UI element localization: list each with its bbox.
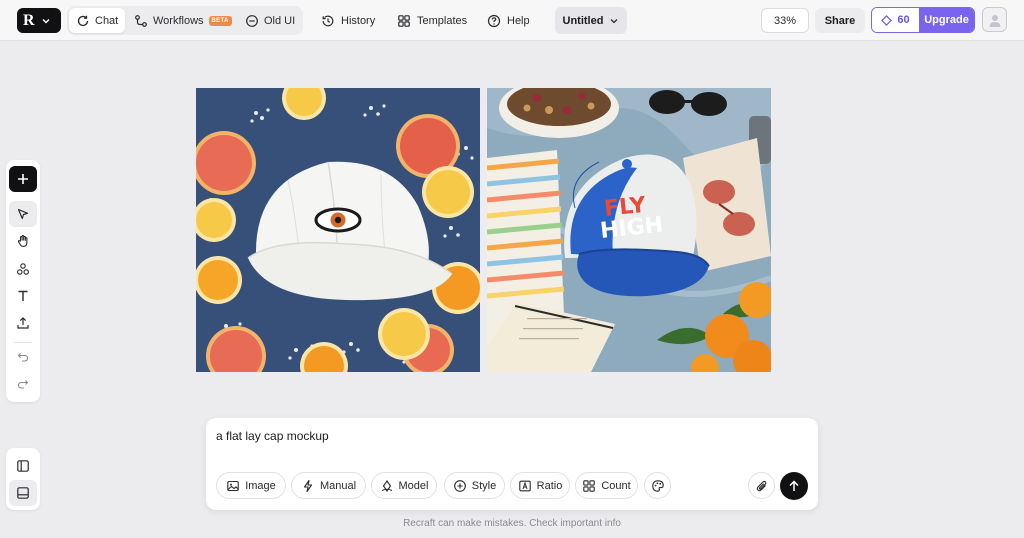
bottom-panel-icon bbox=[17, 487, 29, 499]
toggle-bottom-panel-button[interactable] bbox=[9, 480, 37, 506]
toggle-left-panel-button[interactable] bbox=[9, 453, 37, 479]
beta-badge: BETA bbox=[208, 15, 232, 26]
add-button[interactable] bbox=[9, 166, 37, 192]
generated-image-white-cap[interactable] bbox=[196, 88, 480, 372]
white-cap-image bbox=[196, 88, 480, 372]
prompt-box: a flat lay cap mockup Image Manual Model… bbox=[206, 418, 818, 510]
generated-image-blue-cap[interactable]: HIGH FLY bbox=[487, 88, 771, 372]
palette-icon bbox=[651, 479, 664, 492]
credits-count: 60 bbox=[897, 14, 910, 26]
model-chip[interactable]: Model bbox=[371, 472, 437, 499]
paperclip-icon bbox=[756, 480, 766, 491]
tab-old-ui[interactable]: Old UI bbox=[238, 8, 302, 33]
upgrade-button[interactable]: Upgrade bbox=[919, 8, 974, 32]
toolbar-divider bbox=[14, 342, 32, 343]
blue-cap-image: HIGH FLY bbox=[487, 88, 771, 372]
shapes-icon bbox=[17, 263, 29, 275]
templates-button[interactable]: Templates bbox=[397, 8, 467, 33]
upload-tool[interactable] bbox=[9, 310, 37, 336]
count-chip[interactable]: Count bbox=[575, 472, 638, 499]
history-icon bbox=[322, 15, 334, 26]
hand-tool[interactable] bbox=[9, 228, 37, 254]
lightning-icon bbox=[303, 479, 313, 492]
ratio-chip[interactable]: Ratio bbox=[510, 472, 570, 499]
workflows-icon bbox=[135, 14, 147, 27]
chevron-down-icon bbox=[611, 18, 618, 23]
model-icon bbox=[381, 479, 392, 492]
chat-refresh-icon bbox=[77, 15, 89, 26]
help-button[interactable]: Help bbox=[487, 8, 530, 33]
image-chip[interactable]: Image bbox=[216, 472, 286, 499]
tab-workflows-label: Workflows bbox=[153, 14, 204, 27]
undo-icon bbox=[17, 353, 29, 362]
svg-text:FLY: FLY bbox=[603, 193, 648, 222]
plus-icon bbox=[18, 174, 28, 184]
style-chip[interactable]: Style bbox=[444, 472, 505, 499]
document-title: Untitled bbox=[562, 14, 604, 27]
arrow-up-icon bbox=[789, 480, 799, 491]
plus-circle-icon bbox=[453, 479, 466, 492]
diamond-icon bbox=[881, 14, 893, 26]
manual-chip[interactable]: Manual bbox=[291, 472, 366, 499]
prompt-input[interactable]: a flat lay cap mockup bbox=[216, 429, 329, 443]
logo-icon: R bbox=[23, 11, 35, 29]
tab-workflows[interactable]: Workflows BETA bbox=[127, 8, 239, 33]
undo-button[interactable] bbox=[9, 344, 37, 370]
document-title-dropdown[interactable]: Untitled bbox=[555, 7, 627, 34]
share-button[interactable]: Share bbox=[815, 8, 865, 33]
credits-upgrade-group: 60 Upgrade bbox=[871, 7, 975, 33]
history-button[interactable]: History bbox=[321, 8, 375, 33]
zoom-level-button[interactable]: 33% bbox=[761, 8, 809, 33]
user-icon bbox=[989, 14, 1000, 27]
history-label: History bbox=[341, 14, 376, 27]
cursor-icon bbox=[17, 208, 29, 220]
tab-chat[interactable]: Chat bbox=[69, 8, 126, 33]
disclaimer-text: Recraft can make mistakes. Check importa… bbox=[403, 518, 621, 529]
old-ui-icon bbox=[246, 14, 258, 27]
top-bar: R Chat Workflows BETA Old UI History Tem… bbox=[0, 0, 1024, 41]
upload-icon bbox=[17, 317, 29, 329]
sidebar-panel-icon bbox=[17, 460, 29, 472]
text-icon bbox=[18, 290, 28, 301]
manual-chip-label: Manual bbox=[319, 479, 357, 492]
credits-button[interactable]: 60 bbox=[872, 8, 919, 32]
select-tool[interactable] bbox=[9, 201, 37, 227]
ratio-icon bbox=[518, 480, 531, 491]
tab-old-ui-label: Old UI bbox=[264, 14, 296, 27]
image-chip-label: Image bbox=[245, 479, 276, 492]
templates-icon bbox=[398, 14, 410, 27]
chevron-down-icon bbox=[42, 18, 50, 23]
help-icon bbox=[487, 14, 501, 27]
help-label: Help bbox=[507, 14, 530, 27]
app-menu-button[interactable]: R bbox=[17, 8, 61, 33]
palette-button[interactable] bbox=[644, 472, 671, 499]
avatar[interactable] bbox=[982, 7, 1007, 32]
tab-chat-label: Chat bbox=[95, 14, 119, 27]
mode-switcher: Chat Workflows BETA Old UI bbox=[67, 6, 303, 35]
shapes-tool[interactable] bbox=[9, 256, 37, 282]
grid-icon bbox=[583, 479, 596, 492]
send-button[interactable] bbox=[780, 472, 808, 500]
count-chip-label: Count bbox=[601, 479, 631, 492]
text-tool[interactable] bbox=[9, 283, 37, 309]
redo-button[interactable] bbox=[9, 371, 37, 397]
style-chip-label: Style bbox=[471, 479, 497, 492]
ratio-chip-label: Ratio bbox=[536, 479, 563, 492]
model-chip-label: Model bbox=[398, 479, 429, 492]
hand-icon bbox=[17, 235, 28, 247]
panel-toolbar bbox=[6, 448, 40, 510]
image-icon bbox=[227, 480, 239, 491]
left-toolbar bbox=[6, 160, 40, 402]
redo-icon bbox=[17, 380, 29, 389]
templates-label: Templates bbox=[417, 14, 468, 27]
attach-button[interactable] bbox=[748, 472, 775, 499]
